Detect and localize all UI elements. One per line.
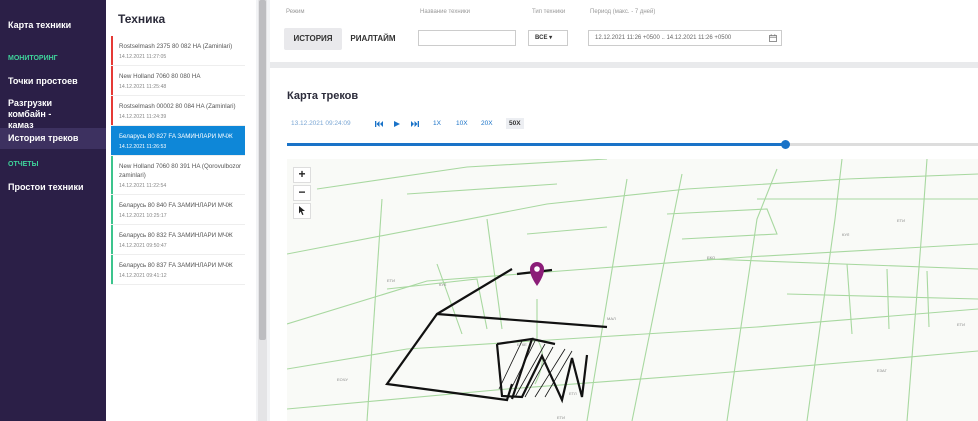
vehicle-item[interactable]: Беларусь 80 832 FA ЗАМИНЛАРИ МЧЖ 14.12.20… [111,225,245,255]
vehicle-time: 14.12.2021 11:22:54 [119,183,167,189]
vehicle-name: Беларусь 80 827 FA ЗАМИНЛАРИ МЧЖ [119,133,233,140]
zoom-in-button[interactable]: + [293,167,311,183]
vehicle-status-bar [111,225,113,254]
vehicle-item[interactable]: Беларусь 80 840 FA ЗАМИНЛАРИ МЧЖ 14.12.20… [111,195,245,225]
vehicle-list: Техника Rostselmash 2375 80 082 HA (Zami… [106,0,256,421]
calendar-icon[interactable] [769,34,777,42]
speed-50x-button[interactable]: 50X [506,118,524,129]
mode-realtime-button[interactable]: РИАЛТАЙМ [344,28,402,50]
sidebar-item-track-history[interactable]: История треков [0,128,106,149]
map-canvas: ЕТИ КУЛ ЕГКЕ МАЛ ЕТИ ЕОЧУ ЕТЛ КУЛ ЕЗАГ Е… [287,159,978,421]
street-label: ЕКО [707,255,715,260]
vehicle-item[interactable]: Rostselmash 00002 80 084 HA (Zaminlari) 1… [111,96,245,126]
vehicle-name: New Holland 7060 80 391 HA (Qorovulbozor… [119,163,242,179]
vehicle-name: Rostselmash 2375 80 082 HA (Zaminlari) [119,43,233,50]
vehicle-name: Беларусь 80 837 FA ЗАМИНЛАРИ МЧЖ [119,262,233,269]
playback-slider-fill [287,143,785,146]
track-map-panel: Карта треков 13.12.2021 09:24:09 1X 10X … [270,68,978,421]
vehicle-time: 14.12.2021 09:50:47 [119,243,167,249]
locate-button[interactable] [293,203,311,219]
vehicle-name-input[interactable] [418,30,516,46]
vehicle-item[interactable]: Беларусь 80 827 FA ЗАМИНЛАРИ МЧЖ 14.12.20… [111,126,245,156]
mode-label: Режим [286,9,305,15]
street-label: КУЛ [842,232,850,237]
street-label: ЕЗАГ [877,368,888,373]
vehicle-name: Беларусь 80 840 FA ЗАМИНЛАРИ МЧЖ [119,202,233,209]
vehicle-time: 14.12.2021 11:26:53 [119,144,167,150]
roads [287,159,978,421]
street-label: МАЛ [607,316,616,321]
vehicle-time: 14.12.2021 09:41:12 [119,273,167,279]
street-label: ЕГКЕ [517,342,527,347]
sidebar-section-monitoring: МОНИТОРИНГ [8,55,58,62]
vehicle-status-bar [111,66,113,95]
vehicle-status-bar [111,255,113,284]
vehicle-status-bar [111,36,113,65]
vehicle-name: Беларусь 80 832 FA ЗАМИНЛАРИ МЧЖ [119,232,233,239]
sidebar-item-vehicle-downtime[interactable]: Простои техники [0,182,91,193]
sidebar-section-reports: ОТЧЕТЫ [8,161,39,168]
period-value: 12.12.2021 11:26 +0500 .. 14.12.2021 11:… [595,35,732,41]
playback-timestamp: 13.12.2021 09:24:09 [291,120,351,127]
vehicle-item[interactable]: New Holland 7060 80 080 HA 14.12.2021 11:… [111,66,245,96]
street-label: ЕТИ [957,322,965,327]
skip-forward-icon[interactable] [411,121,419,127]
speed-10x-button[interactable]: 10X [456,120,468,127]
sidebar-item-downtime-points[interactable]: Точки простоев [0,76,86,87]
panel-title: Карта треков [287,90,359,102]
vehicle-time: 14.12.2021 11:24:39 [119,114,167,120]
vehicle-item[interactable]: Беларусь 80 837 FA ЗАМИНЛАРИ МЧЖ 14.12.20… [111,255,245,285]
vehicle-list-scrollbar[interactable] [258,0,267,421]
vehicle-status-bar [111,96,113,125]
scrollbar-thumb[interactable] [259,0,266,340]
filter-bar: Режим ИСТОРИЯ РИАЛТАЙМ Название техники … [270,0,978,62]
vehicle-list-title: Техника [118,12,166,26]
vehicle-location-pin[interactable] [530,262,544,286]
street-label: ЕОЧУ [337,377,348,382]
vehicle-name: Rostselmash 00002 80 084 HA (Zaminlari) [119,103,236,110]
vehicle-type-label: Тип техники [532,9,566,15]
vehicle-name: New Holland 7060 80 080 HA [119,73,201,80]
vehicle-item[interactable]: New Holland 7060 80 391 HA (Qorovulbozor… [111,156,245,195]
period-input[interactable]: 12.12.2021 11:26 +0500 .. 14.12.2021 11:… [588,30,782,46]
vehicle-name-label: Название техники [420,9,471,15]
sidebar-item-unloads[interactable]: Разгрузки комбайн - камаз [0,98,86,131]
track-map[interactable]: ЕТИ КУЛ ЕГКЕ МАЛ ЕТИ ЕОЧУ ЕТЛ КУЛ ЕЗАГ Е… [287,159,978,421]
play-icon[interactable] [394,121,400,127]
vehicle-time: 14.12.2021 11:25:48 [119,84,167,90]
vehicle-time: 14.12.2021 10:25:17 [119,213,167,219]
sidebar-item-vehicle-map[interactable]: Карта техники [0,20,79,31]
vehicle-status-bar [111,126,113,155]
street-label: ЕТЛ [569,391,577,396]
vehicle-type-select[interactable]: ВСЕ ▾ [528,30,568,46]
vehicle-list-items: Rostselmash 2375 80 082 HA (Zaminlari) 14… [106,36,256,285]
playback-slider-thumb[interactable] [780,140,790,149]
speed-20x-button[interactable]: 20X [481,120,493,127]
street-label: ЕТИ [387,278,395,283]
speed-1x-button[interactable]: 1X [433,120,441,127]
vehicle-item[interactable]: Rostselmash 2375 80 082 HA (Zaminlari) 14… [111,36,245,66]
vehicle-status-bar [111,156,113,194]
zoom-out-button[interactable]: − [293,185,311,201]
vehicle-time: 14.12.2021 11:27:05 [119,54,167,60]
street-label: ЕТИ [557,415,565,420]
skip-back-icon[interactable] [375,121,383,127]
period-label: Период (макс. - 7 дней) [590,9,656,15]
sidebar: Карта техники МОНИТОРИНГ Точки простоев … [0,0,106,421]
street-label: ЕТИ [897,218,905,223]
playback-slider[interactable] [287,140,978,149]
vehicle-status-bar [111,195,113,224]
street-label: КУЛ [439,282,447,287]
mode-history-button[interactable]: ИСТОРИЯ [284,28,342,50]
cursor-arrow-icon [299,206,305,215]
